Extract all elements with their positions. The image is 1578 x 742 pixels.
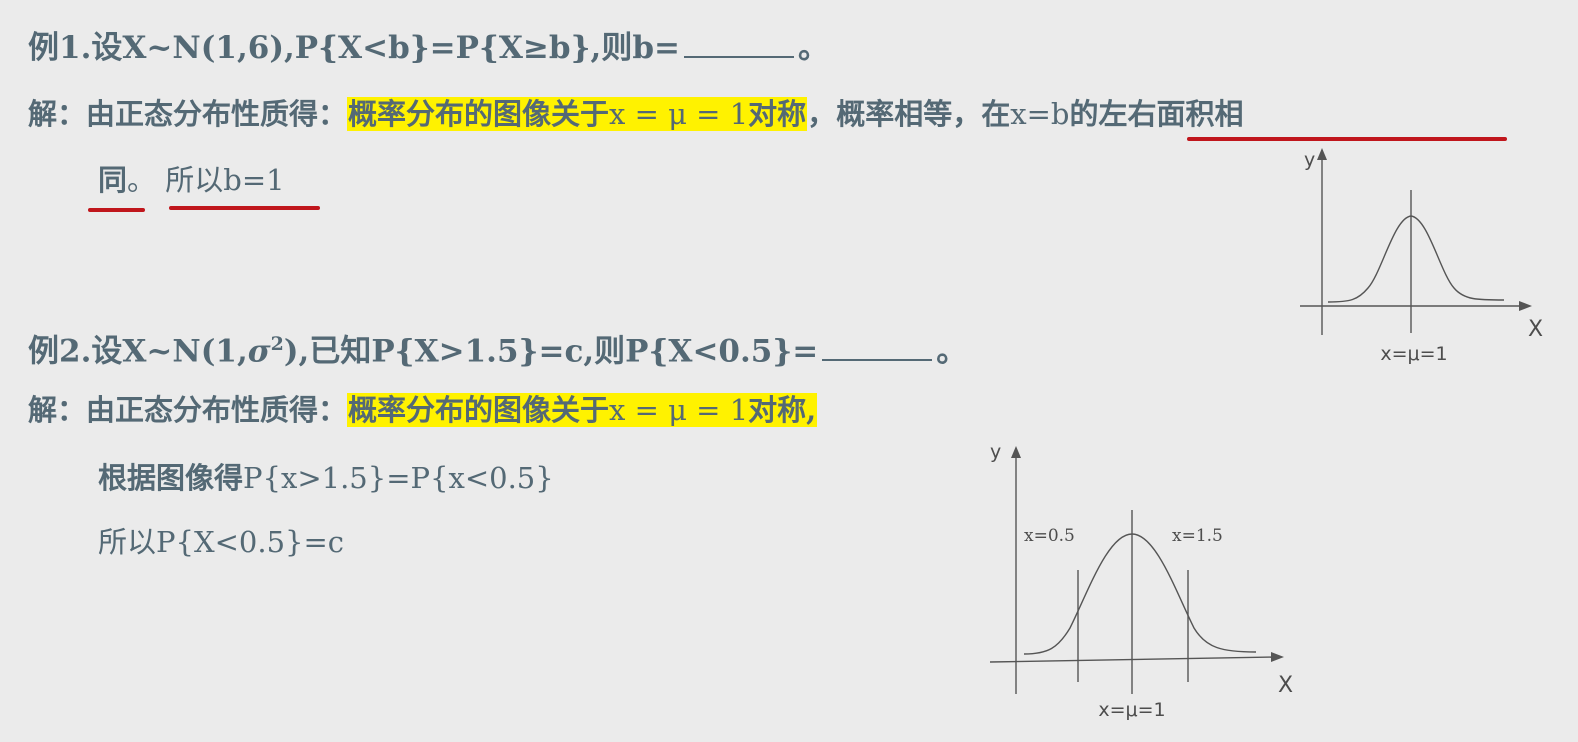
example1-sol-comma: ，: [807, 97, 837, 131]
graph2-right-label: x=1.5: [1172, 526, 1223, 546]
example1-sol-at-math: x=b: [1010, 97, 1070, 131]
example2-hl-text2: 对称: [748, 393, 807, 427]
graph2-x-arrow: [1271, 652, 1284, 662]
example1-q-end: 。: [798, 30, 829, 66]
example2-solution-line1: 解：由正态分布性质得：概率分布的图像关于x = μ = 1对称,: [28, 390, 818, 430]
graph2-center-label: x=μ=1: [1098, 699, 1165, 721]
graph1-normal-curve: y X x=μ=1: [1300, 148, 1543, 365]
example2-q-a: 设: [91, 333, 123, 370]
example2-q-sigma: σ: [247, 333, 271, 370]
example2-q-end: 。: [936, 333, 968, 370]
example2-line2-cn: 根据图像得: [98, 461, 244, 495]
example2-q-e: P{X>1.5}=c,: [371, 333, 595, 370]
example2-hl-math: x = μ = 1: [609, 393, 749, 427]
example2-sol-label: 解：由正态分布性质得：: [28, 393, 348, 427]
example2-q-b: X~N(1,: [122, 333, 248, 370]
graph2-x-label: X: [1278, 673, 1293, 698]
example2-q-g: P{X<0.5}=: [625, 333, 819, 370]
graph2-y-label: y: [990, 441, 1001, 463]
example2-answer-blank: [822, 333, 933, 362]
graph1-center-label: x=μ=1: [1380, 343, 1447, 365]
example2-highlight: 概率分布的图像关于x = μ = 1对称,: [347, 393, 818, 427]
example1-hl-math: x = μ = 1: [609, 97, 749, 131]
example2-q-d: 已知: [309, 333, 372, 370]
example2-q-c: ),: [283, 333, 310, 370]
example1-solution-line2: 同。 所以b=1: [98, 160, 285, 200]
graph1-x-label: X: [1528, 317, 1543, 342]
example1-q-d: b=: [632, 30, 680, 66]
graph2-normal-curve: y X x=0.5 x=1.5 x=μ=1: [989, 441, 1293, 721]
graph2-y-arrow: [1011, 446, 1021, 458]
example1-line3-b: 。: [127, 163, 157, 197]
example1-title: 例1.: [28, 30, 92, 66]
example1-hl-text2: 对称: [748, 97, 807, 131]
graph1-y-label: y: [1304, 149, 1315, 171]
example1-answer-blank: [684, 30, 794, 58]
graph1-curve: [1327, 215, 1505, 303]
example1-question: 例1.设X~N(1,6),P{X<b}=P{X≥b},则b= 。: [28, 28, 829, 68]
example1-sol-mid: 概率相等，: [836, 97, 982, 131]
example2-question: 例2.设X~N(1,σ2),已知P{X>1.5}=c,则P{X<0.5}= 。: [28, 324, 967, 371]
example2-q-sup: 2: [270, 333, 284, 355]
example1-sol-tail: 的左右面积相: [1069, 97, 1244, 131]
example1-q-a: 设: [91, 30, 123, 66]
example1-solution-line1: 解：由正态分布性质得：概率分布的图像关于x = μ = 1对称，概率相等，在x=…: [28, 94, 1243, 134]
example1-line3-a: 同: [98, 163, 128, 197]
example1-hl-text: 概率分布的图像关于: [348, 97, 610, 131]
graph2-left-label: x=0.5: [1024, 526, 1075, 546]
example2-hl-text: 概率分布的图像关于: [348, 393, 610, 427]
graph2-curve: [1023, 533, 1257, 655]
example1-line3-c: 所以b=1: [165, 163, 285, 197]
example1-sol-label: 解：由正态分布性质得：: [28, 97, 348, 131]
graph1-y-arrow: [1317, 148, 1327, 160]
example2-q-f: 则: [594, 333, 626, 370]
example1-sol-at: 在: [981, 97, 1011, 131]
example2-solution-line2: 根据图像得P{x>1.5}=P{x<0.5}: [98, 458, 554, 498]
example2-line2-math: P{x>1.5}=P{x<0.5}: [243, 461, 554, 495]
example2-line3: 所以P{X<0.5}=c: [98, 525, 345, 559]
underline-answer: [169, 206, 320, 210]
example2-solution-line3: 所以P{X<0.5}=c: [98, 522, 344, 562]
example1-highlight: 概率分布的图像关于x = μ = 1对称: [347, 97, 808, 131]
underline-tong: [88, 208, 145, 212]
graph1-x-arrow: [1519, 301, 1532, 311]
example2-hl-comma: ,: [806, 393, 817, 427]
example2-title: 例2.: [28, 333, 92, 370]
example1-q-b: X~N(1,6),P{X<b}=P{X≥b},: [122, 30, 602, 66]
example1-q-c: 则: [601, 30, 633, 66]
